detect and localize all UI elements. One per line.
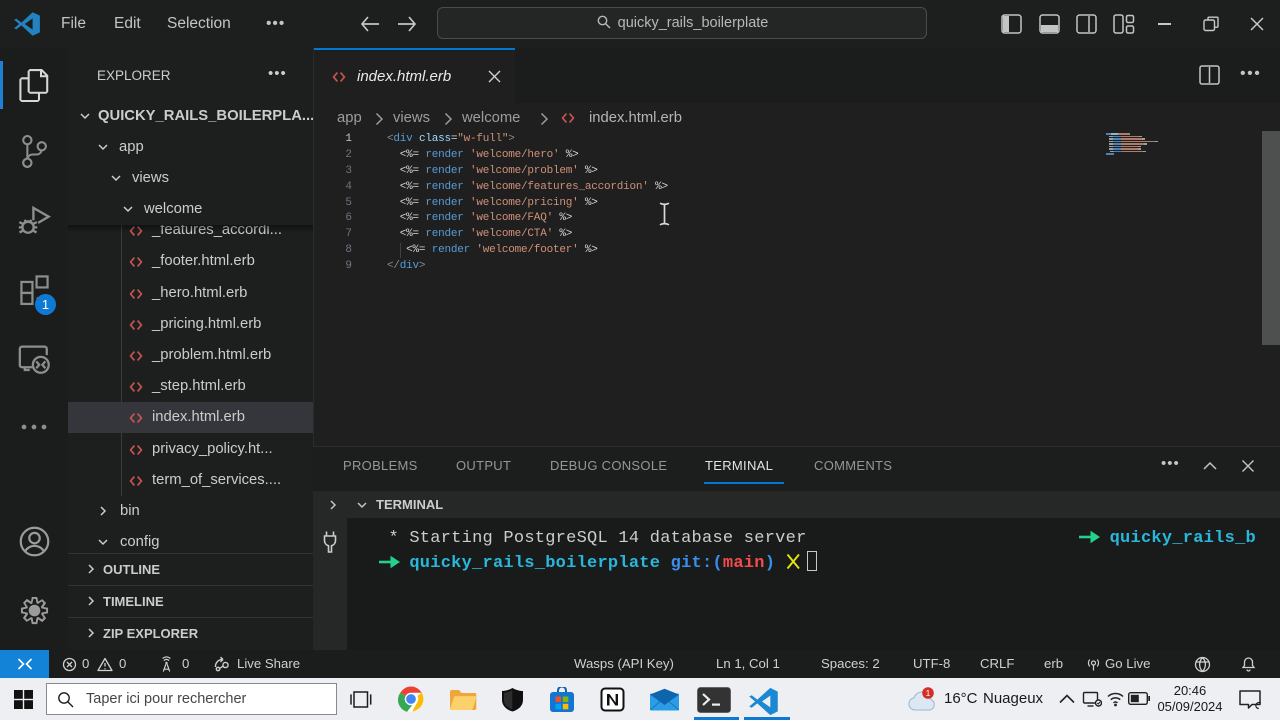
svg-text:1: 1 <box>926 688 931 698</box>
